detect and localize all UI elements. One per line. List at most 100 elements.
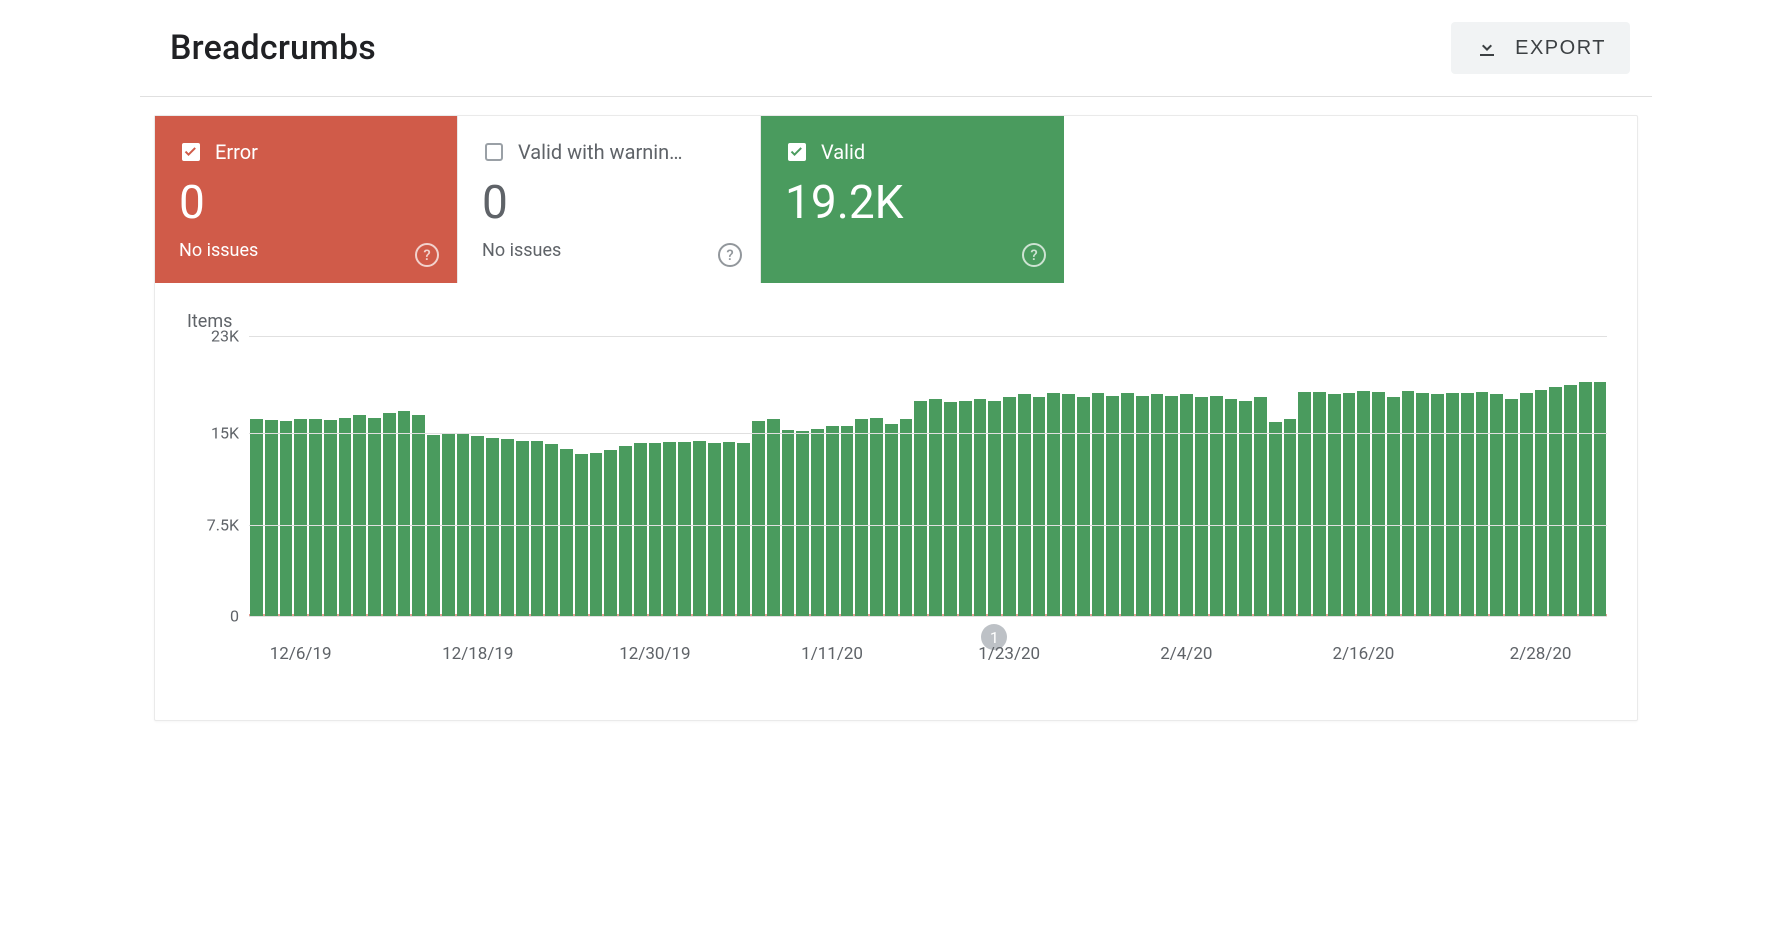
status-value: 0	[179, 176, 433, 230]
checkbox-checked-icon	[785, 140, 809, 164]
chart-y-tick-label: 15K	[211, 424, 249, 443]
chart-bar	[1402, 391, 1415, 616]
chart-bar	[398, 411, 411, 616]
help-button[interactable]: ?	[718, 243, 742, 267]
chart-bar	[663, 442, 676, 616]
chart-bar	[885, 424, 898, 616]
chart-bar	[767, 419, 780, 616]
chart-bar	[1431, 394, 1444, 616]
chart-bar	[353, 415, 366, 616]
chart-bar	[782, 430, 795, 616]
status-subtext: No issues	[179, 240, 433, 261]
status-card-error[interactable]: Error 0 No issues ?	[155, 116, 458, 283]
page-header: Breadcrumbs EXPORT	[140, 0, 1652, 97]
chart-bar	[1062, 394, 1075, 616]
chart-bar	[870, 418, 883, 616]
chart-bar	[339, 418, 352, 616]
chart-bar	[1416, 393, 1429, 616]
chart-bar	[1121, 393, 1134, 616]
chart-bar	[250, 419, 263, 616]
help-button[interactable]: ?	[415, 243, 439, 267]
chart-y-tick-label: 7.5K	[207, 515, 249, 534]
help-button[interactable]: ?	[1022, 243, 1046, 267]
chart-bar	[708, 443, 721, 616]
chart-bar	[811, 429, 824, 616]
chart-bar	[974, 399, 987, 616]
status-cards: Error 0 No issues ? Valid with warnin… 0…	[155, 116, 1637, 283]
chart-bar	[280, 421, 293, 616]
chart-bar	[1490, 394, 1503, 616]
chart-x-tick-label: 2/16/20	[1333, 644, 1395, 664]
help-icon: ?	[415, 243, 439, 267]
export-button[interactable]: EXPORT	[1451, 22, 1630, 74]
chart-x-tick-label: 2/28/20	[1510, 644, 1572, 664]
status-label: Error	[215, 140, 258, 164]
chart-x-tick-label: 1/23/20	[978, 644, 1040, 664]
chart-bar	[1254, 397, 1267, 616]
status-subtext: No issues	[482, 240, 736, 261]
status-card-warning[interactable]: Valid with warnin… 0 No issues ?	[458, 116, 761, 283]
chart-y-title: Items	[187, 311, 1607, 332]
report-panel: Error 0 No issues ? Valid with warnin… 0…	[154, 115, 1638, 721]
status-value: 19.2K	[785, 176, 1040, 230]
chart-bar	[545, 444, 558, 616]
chart-bar	[1535, 390, 1548, 616]
chart-bar	[634, 443, 647, 616]
chart-container: Items 07.5K15K23K1 12/6/1912/18/1912/30/…	[155, 283, 1637, 720]
chart-bar	[619, 446, 632, 616]
chart-bar	[826, 426, 839, 616]
chart-bar	[294, 419, 307, 616]
chart-x-axis: 12/6/1912/18/1912/30/191/11/201/23/202/4…	[249, 644, 1607, 690]
chart-bars	[249, 336, 1607, 616]
chart-bar	[929, 399, 942, 616]
chart-bar	[1210, 396, 1223, 616]
chart-gridline	[249, 433, 1607, 434]
chart-bar	[324, 420, 337, 616]
status-label: Valid with warnin…	[518, 140, 683, 164]
chart-bar	[412, 415, 425, 616]
chart-bar	[649, 443, 662, 616]
status-card-valid[interactable]: Valid 19.2K ?	[761, 116, 1064, 283]
chart-x-tick-label: 1/11/20	[801, 644, 863, 664]
chart-bar	[1446, 393, 1459, 616]
help-icon: ?	[1022, 243, 1046, 267]
chart-bar	[309, 419, 322, 616]
chart-bar	[723, 442, 736, 616]
chart-bar	[1372, 392, 1385, 616]
chart-bar	[1165, 396, 1178, 616]
chart-bar	[1195, 397, 1208, 616]
chart-bar	[1033, 397, 1046, 616]
chart-bar	[604, 450, 617, 616]
chart-bar	[531, 441, 544, 616]
chart-bar	[752, 421, 765, 616]
chart-bar	[1106, 396, 1119, 616]
chart-bar	[900, 419, 913, 616]
chart-bar	[1520, 393, 1533, 616]
chart-bar	[1461, 393, 1474, 616]
chart-bar	[796, 431, 809, 616]
chart-bar	[1225, 399, 1238, 616]
chart-bar	[1003, 397, 1016, 616]
page-title: Breadcrumbs	[170, 28, 376, 68]
chart-x-tick-label: 12/30/19	[619, 644, 690, 664]
chart-y-tick-label: 0	[230, 607, 249, 626]
chart-x-tick-label: 2/4/20	[1160, 644, 1212, 664]
chart-bar	[1549, 387, 1562, 616]
chart-x-tick-label: 12/18/19	[442, 644, 513, 664]
chart-bar	[471, 436, 484, 616]
chart-bar	[1594, 382, 1607, 616]
chart-bar	[265, 420, 278, 616]
chart-bar	[486, 438, 499, 616]
chart-gridline	[249, 336, 1607, 337]
chart-y-tick-label: 23K	[211, 327, 249, 346]
chart-bar	[1505, 399, 1518, 616]
chart-bar	[501, 439, 514, 616]
chart-bar	[1357, 391, 1370, 616]
chart-bar	[1564, 385, 1577, 616]
chart-bar	[1313, 392, 1326, 616]
chart-bar	[1328, 394, 1341, 616]
chart-bar	[841, 426, 854, 616]
chart-gridline	[249, 525, 1607, 526]
chart-bar	[1284, 419, 1297, 616]
checkbox-unchecked-icon	[482, 140, 506, 164]
